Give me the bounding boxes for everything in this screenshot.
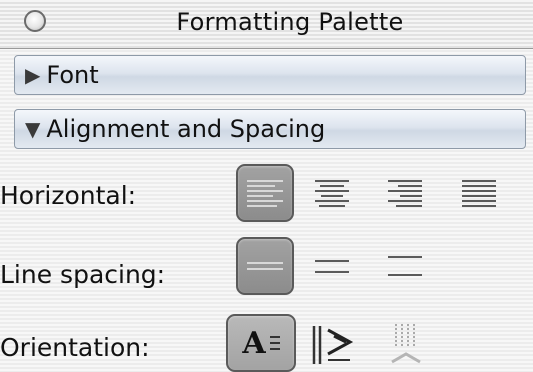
one-and-half-spacing-button[interactable]	[303, 237, 361, 295]
one-and-half-spacing-icon	[315, 259, 349, 273]
palette-title: Formatting Palette	[176, 8, 404, 36]
font-section-header[interactable]: ▶ Font	[14, 55, 526, 95]
orientation-horizontal-icon: A	[242, 325, 266, 361]
disclosure-triangle-down-icon: ▼	[25, 117, 41, 141]
font-section-label: Font	[46, 61, 99, 89]
align-left-icon	[247, 179, 283, 207]
alignment-section-label: Alignment and Spacing	[46, 115, 326, 143]
align-right-button[interactable]	[376, 164, 434, 222]
line-spacing-label: Line spacing:	[0, 260, 166, 289]
double-spacing-icon	[388, 256, 422, 276]
palette-titlebar[interactable]: Formatting Palette	[0, 0, 533, 49]
orientation-label: Orientation:	[0, 333, 150, 362]
orientation-horizontal-button[interactable]: A	[226, 314, 296, 372]
alignment-section-header[interactable]: ▼ Alignment and Spacing	[14, 109, 526, 149]
double-spacing-button[interactable]	[376, 237, 434, 295]
align-right-icon	[388, 179, 422, 207]
justify-button[interactable]	[450, 164, 508, 222]
single-spacing-icon	[247, 262, 283, 270]
align-center-icon	[315, 179, 349, 207]
orientation-lines-icon	[269, 336, 280, 350]
disclosure-triangle-right-icon: ▶	[25, 63, 41, 87]
close-button[interactable]	[24, 10, 46, 32]
single-spacing-button[interactable]	[236, 237, 294, 295]
orientation-vertical-icon	[391, 324, 421, 364]
align-center-button[interactable]	[303, 164, 361, 222]
align-left-button[interactable]	[236, 164, 294, 222]
horizontal-label: Horizontal:	[0, 181, 137, 210]
orientation-rotated-icon	[312, 326, 354, 364]
orientation-rotated-button[interactable]	[304, 314, 360, 372]
justify-icon	[462, 179, 496, 207]
orientation-vertical-button[interactable]	[378, 314, 434, 372]
